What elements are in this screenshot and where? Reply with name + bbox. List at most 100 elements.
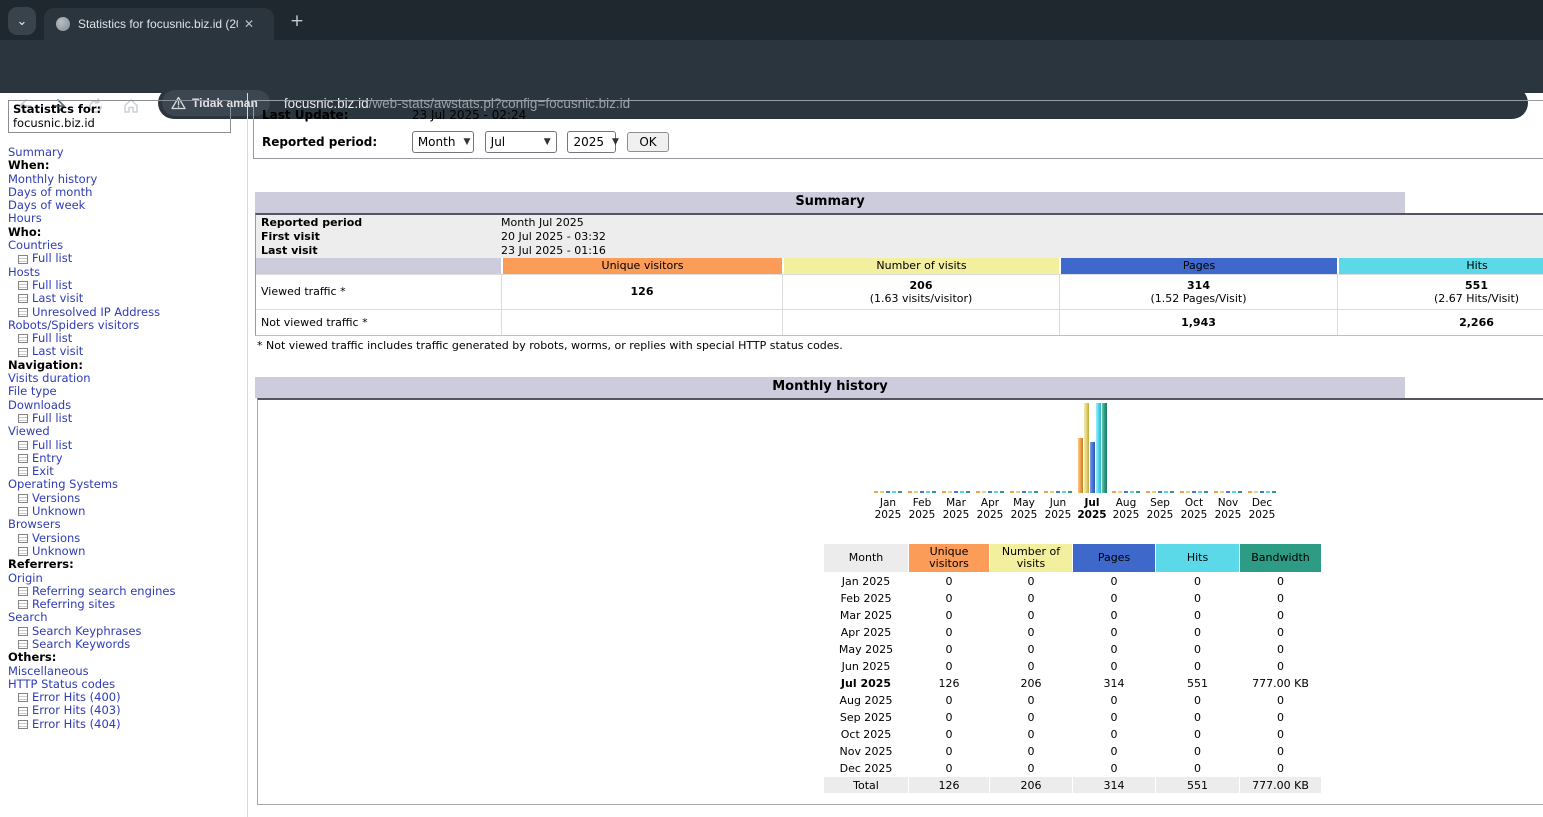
sidebar-link[interactable]: Downloads (8, 399, 246, 412)
monthly-row-value: 0 (1156, 760, 1239, 776)
zero-dash (886, 491, 890, 493)
chart-month-label: Sep2025 (1143, 497, 1177, 521)
sidebar-sublink[interactable]: Error Hits (400) (8, 691, 246, 704)
sidebar-sublink[interactable]: Error Hits (403) (8, 704, 246, 717)
bar-unique (1078, 438, 1083, 493)
monthly-table-row: Jan 202500000 (824, 573, 1321, 589)
sidebar-sublink[interactable]: Search Keyphrases (8, 625, 246, 638)
zero-dash (1232, 491, 1236, 493)
info-value: Month Jul 2025 (501, 216, 584, 229)
monthly-row-value: 0 (909, 709, 989, 725)
monthly-header-row: Month Unique visitors Number of visits P… (824, 544, 1321, 572)
sidebar-sublink[interactable]: Entry (8, 452, 246, 465)
sidebar-sublink[interactable]: Unknown (8, 545, 246, 558)
tab-title: Statistics for focusnic.biz.id (202 (78, 17, 238, 31)
sidebar-link[interactable]: Viewed (8, 425, 246, 438)
list-bullet-icon (18, 640, 28, 649)
viewed-unique-value: 126 (631, 285, 654, 298)
monthly-total-row: Total126206314551777.00 KB (824, 777, 1321, 793)
sidebar-sublink[interactable]: Versions (8, 492, 246, 505)
zero-dash (1068, 491, 1072, 493)
screen: ⌄ Statistics for focusnic.biz.id (202 ✕ … (0, 0, 1543, 817)
sidebar-link[interactable]: File type (8, 385, 246, 398)
viewed-visits-ratio: (1.63 visits/visitor) (870, 292, 973, 305)
period-type-select[interactable]: Month▼ (412, 131, 474, 153)
monthly-row-month: Mar 2025 (824, 607, 908, 623)
info-value: 23 Jul 2025 - 01:16 (501, 244, 606, 257)
monthly-row-month: Feb 2025 (824, 590, 908, 606)
monthly-row-value: 0 (1156, 590, 1239, 606)
tab-close-icon[interactable]: ✕ (244, 17, 254, 31)
new-tab-button[interactable]: + (286, 10, 308, 32)
sidebar-link[interactable]: Visits duration (8, 372, 246, 385)
zero-dash (1180, 491, 1184, 493)
sidebar-sublink[interactable]: Error Hits (404) (8, 718, 246, 731)
sidebar-link[interactable]: Miscellaneous (8, 665, 246, 678)
summary-header-row: Unique visitors Number of visits Pages H… (256, 258, 1543, 274)
not-viewed-pages-value: 1,943 (1181, 316, 1216, 329)
chart-month-label: Feb2025 (905, 497, 939, 521)
summary-header-number-of-visits: Number of visits (782, 258, 1059, 274)
sidebar-sublink[interactable]: Search Keywords (8, 638, 246, 651)
sidebar-sublink[interactable]: Unresolved IP Address (8, 306, 246, 319)
period-year-select[interactable]: 2025▼ (567, 131, 616, 153)
sidebar-sublink[interactable]: Full list (8, 332, 246, 345)
zero-dash (1112, 491, 1116, 493)
zero-value-dashes (908, 491, 936, 493)
monthly-tbody: Jan 202500000Feb 202500000Mar 202500000A… (824, 573, 1321, 793)
sidebar-link[interactable]: Days of week (8, 199, 246, 212)
sidebar-sublink[interactable]: Full list (8, 412, 246, 425)
monthly-row-value: 0 (909, 641, 989, 657)
sidebar-link[interactable]: Countries (8, 239, 246, 252)
list-bullet-icon (18, 441, 28, 450)
tab-search-button[interactable]: ⌄ (8, 7, 36, 35)
zero-dash (960, 491, 964, 493)
sidebar-link[interactable]: Browsers (8, 518, 246, 531)
zero-dash (1010, 491, 1014, 493)
sidebar-link[interactable]: Operating Systems (8, 478, 246, 491)
viewed-hits-value: 551 (1465, 279, 1488, 292)
monthly-row-value: 0 (1073, 760, 1155, 776)
sidebar-link[interactable]: Summary (8, 146, 246, 159)
chart-labels: Jan2025Feb2025Mar2025Apr2025May2025Jun20… (871, 497, 1279, 521)
sidebar-link[interactable]: Monthly history (8, 173, 246, 186)
sidebar-sublink[interactable]: Referring sites (8, 598, 246, 611)
sidebar-link[interactable]: Search (8, 611, 246, 624)
zero-dash (1186, 491, 1190, 493)
ok-button[interactable]: OK (627, 132, 668, 152)
sidebar-link[interactable]: Hosts (8, 266, 246, 279)
sidebar-sublink[interactable]: Unknown (8, 505, 246, 518)
sidebar-sublink[interactable]: Exit (8, 465, 246, 478)
sidebar-section-header: Who: (8, 226, 246, 239)
chart-month-label: Aug2025 (1109, 497, 1143, 521)
zero-dash (954, 491, 958, 493)
monthly-header-month: Month (824, 544, 908, 572)
sidebar-sublink[interactable]: Versions (8, 532, 246, 545)
period-month-select[interactable]: Jul▼ (485, 131, 557, 153)
monthly-row-value: 0 (1240, 573, 1321, 589)
chart-month-slot (939, 402, 973, 493)
sidebar-link[interactable]: Robots/Spiders visitors (8, 319, 246, 332)
zero-dash (1198, 491, 1202, 493)
sidebar-link[interactable]: Hours (8, 212, 246, 225)
update-period-box: Last Update: 23 Jul 2025 - 02:24 Reporte… (253, 100, 1543, 159)
sidebar-link[interactable]: HTTP Status codes (8, 678, 246, 691)
sidebar-link[interactable]: Origin (8, 572, 246, 585)
sidebar-sublink[interactable]: Full list (8, 252, 246, 265)
sidebar-sublink[interactable]: Last visit (8, 292, 246, 305)
zero-dash (1000, 491, 1004, 493)
sidebar-link[interactable]: Days of month (8, 186, 246, 199)
sidebar-sublink[interactable]: Referring search engines (8, 585, 246, 598)
monthly-row-value: 0 (1240, 743, 1321, 759)
chart-month-label: Mar2025 (939, 497, 973, 521)
zero-dash (1152, 491, 1156, 493)
zero-value-dashes (1214, 491, 1242, 493)
list-bullet-icon (18, 308, 28, 317)
sidebar-sublink[interactable]: Last visit (8, 345, 246, 358)
zero-dash (942, 491, 946, 493)
browser-tab[interactable]: Statistics for focusnic.biz.id (202 ✕ (44, 8, 274, 40)
sidebar-sublink[interactable]: Full list (8, 279, 246, 292)
sidebar-sublink[interactable]: Full list (8, 439, 246, 452)
zero-dash (1158, 491, 1162, 493)
monthly-row-value: 0 (1156, 607, 1239, 623)
